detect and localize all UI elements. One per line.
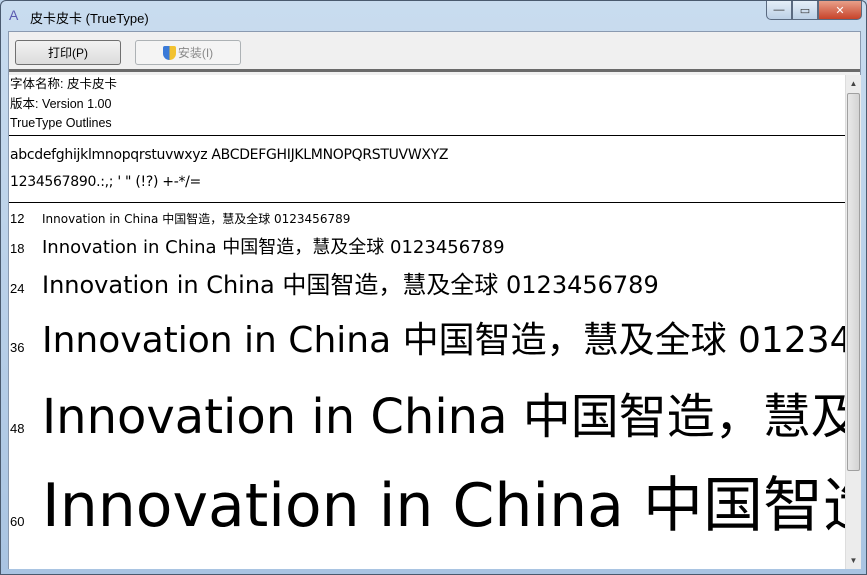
sample-text: Innovation in China 中国智造，慧及全球 0123456789 bbox=[42, 389, 845, 445]
sample-size: 36 bbox=[10, 340, 25, 355]
sample-size: 18 bbox=[10, 241, 25, 256]
install-button: 安装(I) bbox=[135, 40, 241, 65]
vertical-scrollbar[interactable]: ▲ ▼ bbox=[845, 75, 861, 569]
scrollbar-thumb[interactable] bbox=[847, 93, 860, 471]
maximize-button[interactable]: ▭ bbox=[792, 1, 818, 20]
minimize-icon: — bbox=[773, 4, 785, 16]
install-label: 安装(I) bbox=[177, 46, 214, 60]
font-name: 字体名称: 皮卡皮卡 bbox=[10, 77, 117, 91]
minimize-button[interactable]: — bbox=[766, 1, 792, 20]
sample-size: 24 bbox=[10, 281, 25, 296]
sample-60: 60 Innovation in China 中国智造，慧及全球 01234567… bbox=[9, 457, 845, 544]
charset-letters: abcdefghijklmnopqrstuvwxyz ABCDEFGHIJKLM… bbox=[10, 147, 449, 163]
font-outlines: TrueType Outlines bbox=[10, 116, 112, 130]
font-icon: A bbox=[9, 7, 19, 23]
shield-icon bbox=[162, 45, 176, 60]
scroll-up-arrow-icon[interactable]: ▲ bbox=[846, 75, 861, 92]
close-button[interactable]: ✕ bbox=[818, 1, 862, 20]
sample-size: 12 bbox=[10, 211, 25, 226]
window-frame: A 皮卡皮卡 (TrueType) — ▭ ✕ 打印(P) 安装(I) 字体名称… bbox=[0, 0, 867, 575]
sample-48: 48 Innovation in China 中国智造，慧及全球 01234567… bbox=[9, 377, 845, 447]
client-area: 打印(P) 安装(I) 字体名称: 皮卡皮卡 版本: Version 1.00 … bbox=[8, 31, 861, 569]
sample-text: Innovation in China 中国智造，慧及全球 0123456789 bbox=[42, 237, 505, 258]
sample-text: Innovation in China 中国智造，慧及全球 0123456789 bbox=[42, 471, 845, 541]
sample-size: 48 bbox=[10, 421, 25, 436]
sample-24: 24 Innovation in China 中国智造，慧及全球 01234567… bbox=[9, 265, 659, 300]
toolbar: 打印(P) 安装(I) bbox=[9, 32, 860, 72]
charset-symbols: 1234567890.:,; ' " (!?) +-*/= bbox=[10, 174, 201, 190]
title-bar: A 皮卡皮卡 (TrueType) — ▭ ✕ bbox=[1, 1, 867, 31]
sample-text: Innovation in China 中国智造，慧及全球 0123456789 bbox=[42, 212, 351, 226]
maximize-icon: ▭ bbox=[799, 4, 811, 17]
divider bbox=[9, 135, 845, 136]
divider bbox=[9, 202, 845, 203]
window-title: 皮卡皮卡 (TrueType) bbox=[30, 11, 149, 26]
sample-12: 12 Innovation in China 中国智造，慧及全球 01234567… bbox=[9, 210, 350, 227]
sample-text: Innovation in China 中国智造，慧及全球 0123456789 bbox=[42, 271, 659, 299]
font-info: 字体名称: 皮卡皮卡 版本: Version 1.00 TrueType Out… bbox=[9, 75, 845, 134]
print-label: 打印(P) bbox=[48, 46, 88, 60]
font-preview: 字体名称: 皮卡皮卡 版本: Version 1.00 TrueType Out… bbox=[9, 75, 845, 569]
sample-size: 60 bbox=[10, 514, 25, 529]
font-version: 版本: Version 1.00 bbox=[10, 96, 112, 111]
sample-18: 18 Innovation in China 中国智造，慧及全球 01234567… bbox=[9, 233, 505, 259]
scroll-down-arrow-icon[interactable]: ▼ bbox=[846, 552, 861, 569]
print-button[interactable]: 打印(P) bbox=[15, 40, 121, 65]
sample-text: Innovation in China 中国智造，慧及全球 0123456789 bbox=[42, 320, 845, 361]
sample-36: 36 Innovation in China 中国智造，慧及全球 01234567… bbox=[9, 311, 845, 363]
close-icon: ✕ bbox=[835, 4, 845, 17]
